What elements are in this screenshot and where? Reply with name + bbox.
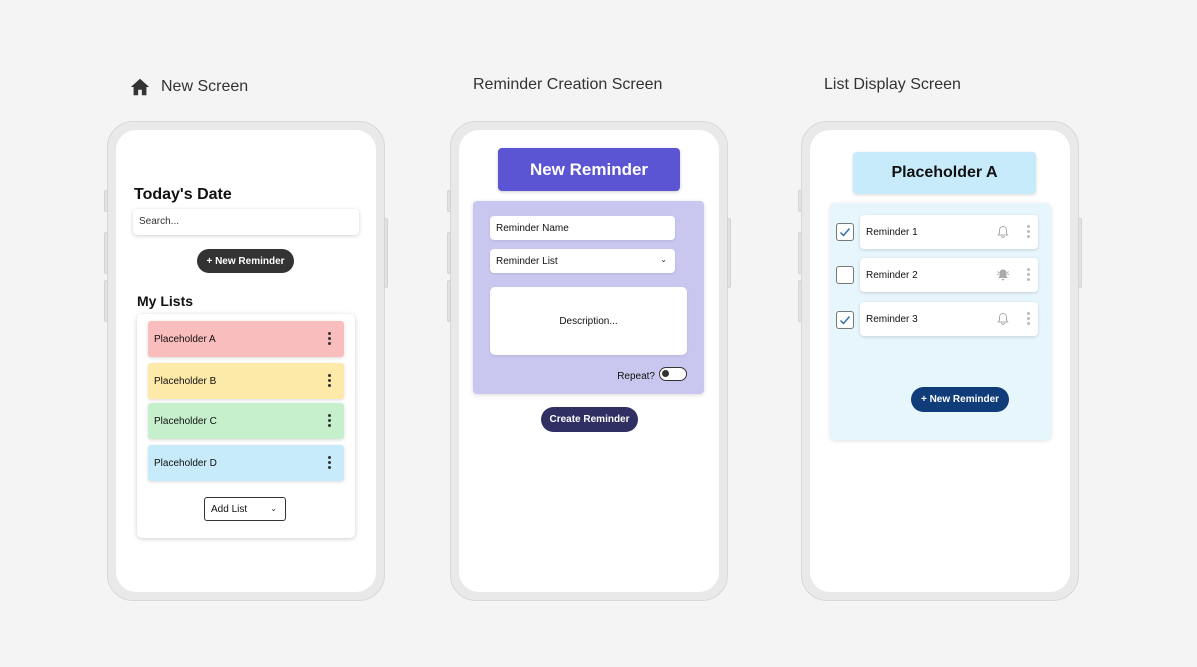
toggle-knob [662, 370, 669, 377]
description-textarea[interactable]: Description... [490, 287, 687, 355]
more-vertical-icon[interactable] [328, 332, 332, 345]
reminder-row-3[interactable]: Reminder 3 [860, 302, 1038, 336]
checkmark-icon [840, 228, 851, 237]
repeat-toggle[interactable] [659, 367, 687, 381]
list-screen: Placeholder A Reminder 1 Reminder 2 Remi… [810, 130, 1070, 592]
more-vertical-icon[interactable] [1027, 312, 1031, 325]
create-reminder-button[interactable]: Create Reminder [541, 407, 638, 432]
list-screen-title-text: List Display Screen [824, 76, 961, 93]
chevron-down-icon: ⌄ [660, 255, 667, 264]
reminder-checkbox-3[interactable] [836, 311, 854, 329]
home-icon [130, 78, 150, 96]
phone-side-button [798, 232, 802, 274]
todays-date-heading: Today's Date [134, 186, 232, 203]
bell-ringing-icon[interactable] [996, 268, 1010, 282]
creation-screen: New Reminder Reminder Name Reminder List… [459, 130, 719, 592]
phone-side-button [447, 232, 451, 274]
phone-side-button [104, 232, 108, 274]
add-list-select[interactable]: Add List ⌄ [204, 497, 286, 521]
list-phone: Placeholder A Reminder 1 Reminder 2 Remi… [798, 121, 1082, 601]
new-reminder-header: New Reminder [498, 148, 680, 191]
creation-screen-title: Reminder Creation Screen [473, 76, 662, 94]
list-screen-title: List Display Screen [824, 76, 961, 94]
home-screen-title: New Screen [129, 76, 248, 98]
phone-power-button [727, 218, 731, 288]
reminder-row-1[interactable]: Reminder 1 [860, 215, 1038, 249]
reminder-list-select[interactable]: Reminder List ⌄ [490, 249, 675, 273]
reminder-label: Reminder 1 [866, 226, 918, 238]
add-list-label: Add List [211, 503, 248, 515]
list-header: Placeholder A [853, 152, 1036, 194]
more-vertical-icon[interactable] [328, 374, 332, 387]
more-vertical-icon[interactable] [328, 456, 332, 469]
list-item-placeholder-a[interactable]: Placeholder A [148, 321, 344, 357]
new-reminder-button-list[interactable]: + New Reminder [911, 387, 1009, 412]
checkmark-icon [840, 316, 851, 325]
home-screen-title-text: New Screen [161, 78, 249, 95]
reminder-label: Reminder 3 [866, 313, 918, 325]
creation-screen-title-text: Reminder Creation Screen [473, 76, 663, 93]
reminder-row-2[interactable]: Reminder 2 [860, 258, 1038, 292]
list-item-placeholder-b[interactable]: Placeholder B [148, 363, 344, 399]
chevron-down-icon: ⌄ [270, 504, 277, 513]
phone-power-button [1078, 218, 1082, 288]
list-item-placeholder-c[interactable]: Placeholder C [148, 403, 344, 439]
my-lists-heading: My Lists [137, 293, 194, 309]
reminder-checkbox-1[interactable] [836, 223, 854, 241]
home-screen: Today's Date Search... + New Reminder My… [116, 130, 376, 592]
phone-side-button [798, 280, 802, 322]
phone-power-button [384, 218, 388, 288]
phone-side-button [447, 280, 451, 322]
more-vertical-icon[interactable] [1027, 225, 1031, 238]
reminder-list-value: Reminder List [496, 255, 558, 267]
reminder-form: Reminder Name Reminder List ⌄ Descriptio… [473, 201, 704, 394]
phone-side-button [798, 190, 802, 212]
new-reminder-button[interactable]: + New Reminder [197, 249, 294, 273]
reminders-panel: Reminder 1 Reminder 2 Reminder 3 + New R… [830, 203, 1051, 440]
phone-side-button [104, 190, 108, 212]
lists-card: Placeholder A Placeholder B Placeholder … [137, 314, 355, 538]
repeat-label: Repeat? [617, 371, 655, 382]
more-vertical-icon[interactable] [328, 414, 332, 427]
bell-icon[interactable] [996, 312, 1010, 326]
more-vertical-icon[interactable] [1027, 268, 1031, 281]
reminder-checkbox-2[interactable] [836, 266, 854, 284]
list-item-label: Placeholder A [154, 333, 216, 345]
creation-phone: New Reminder Reminder Name Reminder List… [447, 121, 731, 601]
reminder-label: Reminder 2 [866, 269, 918, 281]
list-item-label: Placeholder B [154, 375, 217, 387]
search-input[interactable]: Search... [133, 209, 359, 235]
reminder-name-input[interactable]: Reminder Name [490, 216, 675, 240]
phone-side-button [447, 190, 451, 212]
list-item-label: Placeholder C [154, 415, 217, 427]
list-item-label: Placeholder D [154, 457, 217, 469]
list-item-placeholder-d[interactable]: Placeholder D [148, 445, 344, 481]
bell-icon[interactable] [996, 225, 1010, 239]
phone-side-button [104, 280, 108, 322]
home-phone: Today's Date Search... + New Reminder My… [104, 121, 388, 601]
